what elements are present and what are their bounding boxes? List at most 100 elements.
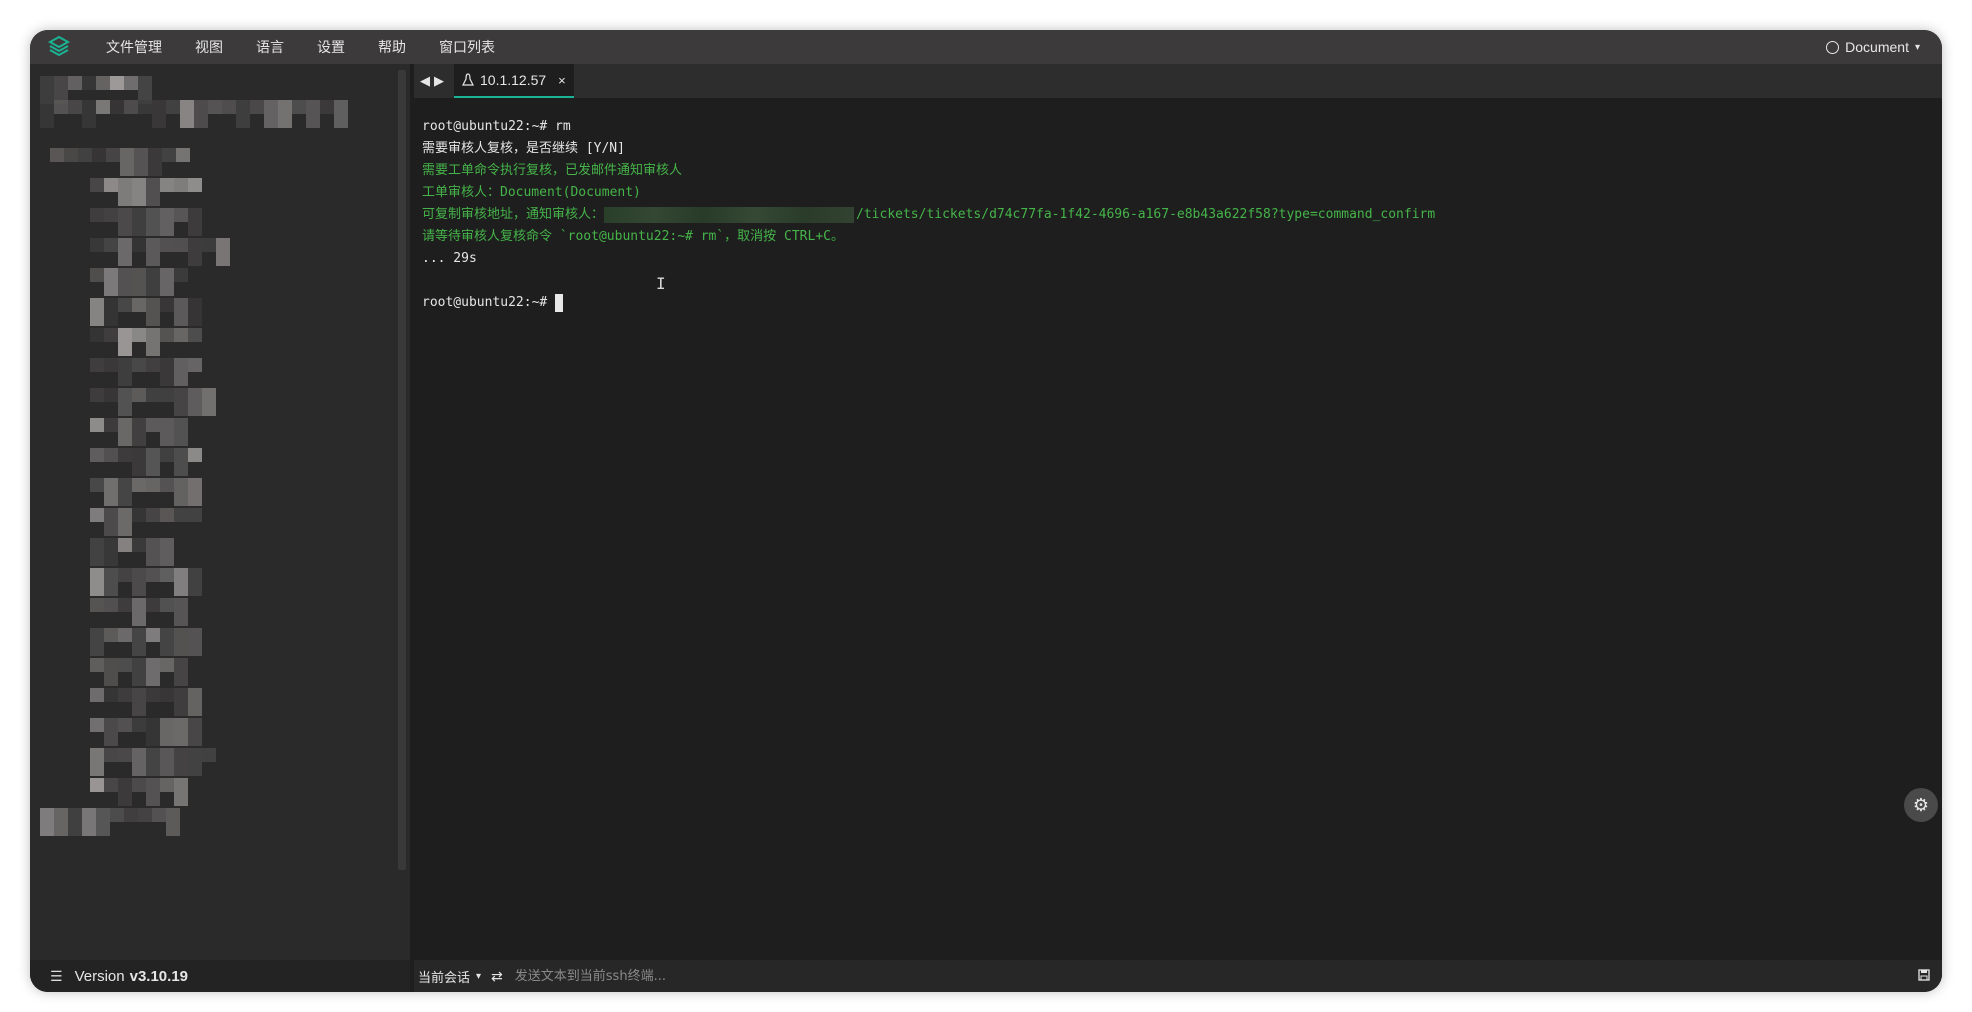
redacted-pixel	[118, 358, 132, 386]
redacted-pixel	[90, 718, 104, 732]
redacted-pixel	[292, 100, 306, 114]
redacted-pixel	[132, 508, 146, 522]
redacted-pixel	[146, 778, 160, 806]
redacted-pixel	[82, 76, 96, 90]
redacted-pixel	[188, 298, 202, 326]
redacted-pixel	[132, 598, 146, 626]
close-icon[interactable]: ×	[558, 73, 566, 88]
redacted-pixel	[278, 100, 292, 128]
redacted-pixel	[188, 688, 202, 716]
redacted-pixel	[160, 628, 174, 656]
menu-file-management[interactable]: 文件管理	[106, 37, 162, 57]
redacted-pixel	[306, 100, 320, 128]
redacted-pixel	[166, 100, 180, 114]
menu-language[interactable]: 语言	[256, 37, 284, 57]
redacted-pixel	[174, 358, 188, 386]
redacted-pixel	[160, 388, 174, 402]
terminal-cursor	[555, 293, 564, 312]
redacted-pixel	[118, 178, 132, 206]
review-url-prefix: 可复制审核地址，通知审核人：	[422, 207, 605, 222]
menu-window-list[interactable]: 窗口列表	[439, 37, 495, 57]
terminal-line: 需要工单命令执行复核，已发邮件通知审核人	[422, 163, 683, 178]
redacted-pixel	[90, 568, 104, 596]
redacted-pixel	[118, 328, 132, 356]
asset-tree[interactable]	[30, 64, 400, 960]
redacted-pixel	[132, 628, 146, 656]
terminal[interactable]: root@ubuntu22:~# rm 需要审核人复核，是否继续 [Y/N] 需…	[414, 98, 1942, 960]
list-icon[interactable]: ☰	[50, 968, 63, 985]
swap-icon[interactable]: ⇄	[491, 968, 503, 985]
redacted-pixel	[90, 238, 104, 252]
redacted-pixel	[146, 178, 160, 206]
redacted-pixel	[90, 748, 104, 776]
send-text-input[interactable]	[512, 967, 1918, 985]
redacted-pixel	[104, 628, 118, 642]
redacted-pixel	[40, 808, 54, 836]
redacted-pixel	[146, 358, 160, 372]
redacted-pixel	[50, 148, 64, 162]
redacted-pixel	[132, 478, 146, 492]
redacted-pixel	[90, 688, 104, 702]
redacted-pixel	[202, 388, 216, 416]
redacted-pixel	[118, 688, 132, 702]
app-logo-icon	[44, 32, 74, 62]
session-select[interactable]: 当前会话 ▾	[418, 967, 481, 986]
redacted-pixel	[174, 568, 188, 596]
redacted-pixel	[68, 100, 82, 114]
redacted-pixel	[104, 448, 118, 462]
redacted-pixel	[64, 148, 78, 162]
sidebar-scrollbar[interactable]	[398, 70, 406, 870]
redacted-pixel	[118, 658, 132, 672]
redacted-pixel	[132, 778, 146, 792]
terminal-line: 可复制审核地址，通知审核人： /tickets/tickets/d74c77fa-…	[422, 204, 1942, 226]
redacted-pixel	[104, 238, 118, 252]
redacted-pixel	[110, 76, 124, 90]
redacted-pixel	[104, 358, 118, 372]
user-menu[interactable]: Document ▾	[1826, 30, 1920, 64]
redacted-pixel	[90, 208, 104, 222]
redacted-pixel	[160, 748, 174, 776]
redacted-pixel	[132, 568, 146, 596]
redacted-pixel	[90, 418, 104, 432]
tab-terminal-session[interactable]: 10.1.12.57 ×	[454, 64, 574, 98]
redacted-pixel	[264, 100, 278, 128]
redacted-pixel	[174, 178, 188, 192]
redacted-pixel	[174, 598, 188, 626]
redacted-pixel	[174, 748, 188, 776]
redacted-pixel	[90, 478, 104, 492]
caret-right-icon[interactable]: ▶	[434, 73, 444, 89]
tab-scroll-arrows: ◀ ▶	[420, 73, 444, 89]
redacted-pixel	[82, 808, 96, 836]
redacted-pixel	[148, 148, 162, 176]
redacted-pixel	[180, 100, 194, 128]
menu-help[interactable]: 帮助	[378, 37, 406, 57]
menu-view[interactable]: 视图	[195, 37, 223, 57]
redacted-pixel	[146, 208, 160, 236]
redacted-pixel	[174, 658, 188, 686]
redacted-pixel	[174, 328, 188, 342]
redacted-pixel	[90, 298, 104, 326]
chevron-down-icon: ▾	[1914, 41, 1920, 53]
redacted-pixel	[104, 778, 118, 792]
redacted-pixel	[174, 778, 188, 806]
review-url-suffix[interactable]: /tickets/tickets/d74c77fa-1f42-4696-a167…	[856, 207, 1435, 222]
menu-settings[interactable]: 设置	[317, 37, 345, 57]
caret-left-icon[interactable]: ◀	[420, 73, 430, 89]
save-icon[interactable]	[1918, 968, 1930, 984]
redacted-pixel	[96, 76, 110, 90]
redacted-pixel	[188, 448, 202, 462]
redacted-pixel	[132, 328, 146, 342]
redacted-pixel	[174, 478, 188, 506]
redacted-pixel	[54, 808, 68, 836]
redacted-pixel	[118, 388, 132, 416]
redacted-pixel	[160, 538, 174, 566]
redacted-pixel	[90, 358, 104, 372]
redacted-pixel	[188, 208, 202, 236]
redacted-pixel	[160, 178, 174, 192]
redacted-pixel	[90, 628, 104, 656]
text-cursor-icon: I	[656, 274, 666, 293]
redacted-pixel	[174, 238, 188, 252]
redacted-pixel	[222, 100, 236, 114]
gear-icon[interactable]: ⚙	[1904, 788, 1938, 822]
redacted-pixel	[146, 298, 160, 326]
